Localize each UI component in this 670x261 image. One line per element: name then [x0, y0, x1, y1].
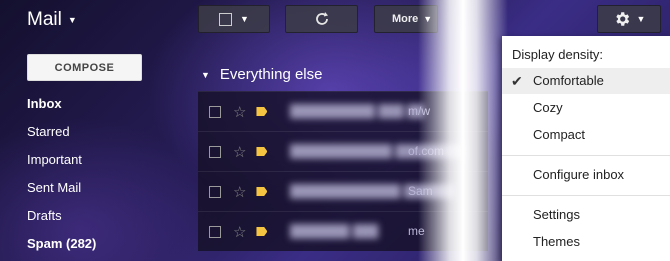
- menu-item-comfortable[interactable]: ✔ Comfortable: [502, 68, 670, 94]
- section-header[interactable]: ▼ Everything else: [201, 66, 322, 83]
- chevron-down-icon: ▼: [636, 14, 646, 24]
- compose-button[interactable]: COMPOSE: [27, 54, 142, 81]
- select-button[interactable]: ▼: [198, 5, 270, 33]
- sender-redacted: ██████████ ███ ██: [290, 104, 425, 118]
- sidebar-item-spam[interactable]: Spam (282): [27, 234, 96, 261]
- sender-redacted: ███████ ███: [290, 224, 379, 238]
- gear-icon: [615, 12, 629, 26]
- table-row[interactable]: ☆ ████████████ ████████ of.com: [198, 131, 488, 171]
- row-checkbox[interactable]: [209, 105, 221, 118]
- app-title: Mail: [27, 9, 62, 30]
- star-icon[interactable]: ☆: [233, 183, 246, 201]
- more-label: More: [392, 13, 419, 25]
- refresh-button[interactable]: [285, 5, 358, 33]
- menu-item-configure-inbox[interactable]: Configure inbox: [502, 162, 670, 188]
- star-icon[interactable]: ☆: [233, 143, 246, 161]
- chevron-down-icon: ▼: [423, 14, 433, 24]
- row-checkbox[interactable]: [209, 185, 221, 198]
- row-checkbox[interactable]: [209, 145, 221, 158]
- star-icon[interactable]: ☆: [233, 103, 246, 121]
- more-button[interactable]: More ▼: [374, 5, 438, 33]
- chevron-down-icon: ▼: [240, 14, 249, 24]
- label-tag-icon[interactable]: [256, 187, 268, 196]
- check-icon: ✔: [511, 73, 523, 89]
- sidebar-item-inbox[interactable]: Inbox: [27, 94, 96, 122]
- label-tag-icon[interactable]: [256, 147, 268, 156]
- menu-item-label: Comfortable: [533, 73, 604, 88]
- menu-item-cozy[interactable]: Cozy: [502, 95, 670, 121]
- collapse-triangle-icon: ▼: [201, 69, 210, 80]
- settings-gear-button[interactable]: ▼: [597, 5, 661, 33]
- menu-item-settings[interactable]: Settings: [502, 202, 670, 228]
- table-row[interactable]: ☆ ███████ ███ me: [198, 211, 488, 251]
- settings-dropdown-menu: Display density: ✔ Comfortable Cozy Comp…: [502, 36, 670, 261]
- sidebar-nav: Inbox Starred Important Sent Mail Drafts…: [27, 94, 96, 261]
- menu-divider: [502, 195, 670, 196]
- menu-item-label: Configure inbox: [533, 167, 625, 182]
- display-density-label: Display density:: [512, 47, 604, 62]
- sidebar-item-sent-mail[interactable]: Sent Mail: [27, 178, 96, 206]
- row-checkbox[interactable]: [209, 225, 221, 238]
- label-tag-icon[interactable]: [256, 107, 268, 116]
- menu-item-themes[interactable]: Themes: [502, 229, 670, 255]
- menu-divider: [502, 155, 670, 156]
- refresh-icon: [315, 12, 328, 25]
- chevron-down-icon: ▼: [67, 15, 77, 25]
- section-title: Everything else: [219, 66, 323, 83]
- table-row[interactable]: ☆ ██████████ ███ ██ m/w: [198, 91, 488, 131]
- checkbox-icon: [219, 12, 233, 26]
- row-snippet: me: [408, 224, 425, 238]
- row-snippet: Sam: [408, 184, 433, 198]
- app-switcher[interactable]: Mail ▼: [27, 9, 77, 31]
- row-snippet: of.com: [408, 144, 445, 158]
- table-row[interactable]: ☆ █████████████ ██████ Sam: [198, 171, 488, 211]
- label-tag-icon[interactable]: [256, 227, 268, 236]
- sidebar-item-drafts[interactable]: Drafts: [27, 206, 96, 234]
- menu-item-label: Cozy: [533, 100, 563, 115]
- message-list: ☆ ██████████ ███ ██ m/w ☆ ████████████ █…: [198, 91, 488, 251]
- sidebar-item-starred[interactable]: Starred: [27, 122, 96, 150]
- menu-item-label: Themes: [533, 234, 580, 249]
- sidebar-item-important[interactable]: Important: [27, 150, 96, 178]
- row-snippet: m/w: [408, 104, 430, 118]
- menu-item-label: Settings: [533, 207, 580, 222]
- menu-item-label: Compact: [533, 127, 586, 142]
- star-icon[interactable]: ☆: [233, 223, 246, 241]
- menu-item-compact[interactable]: Compact: [502, 122, 670, 148]
